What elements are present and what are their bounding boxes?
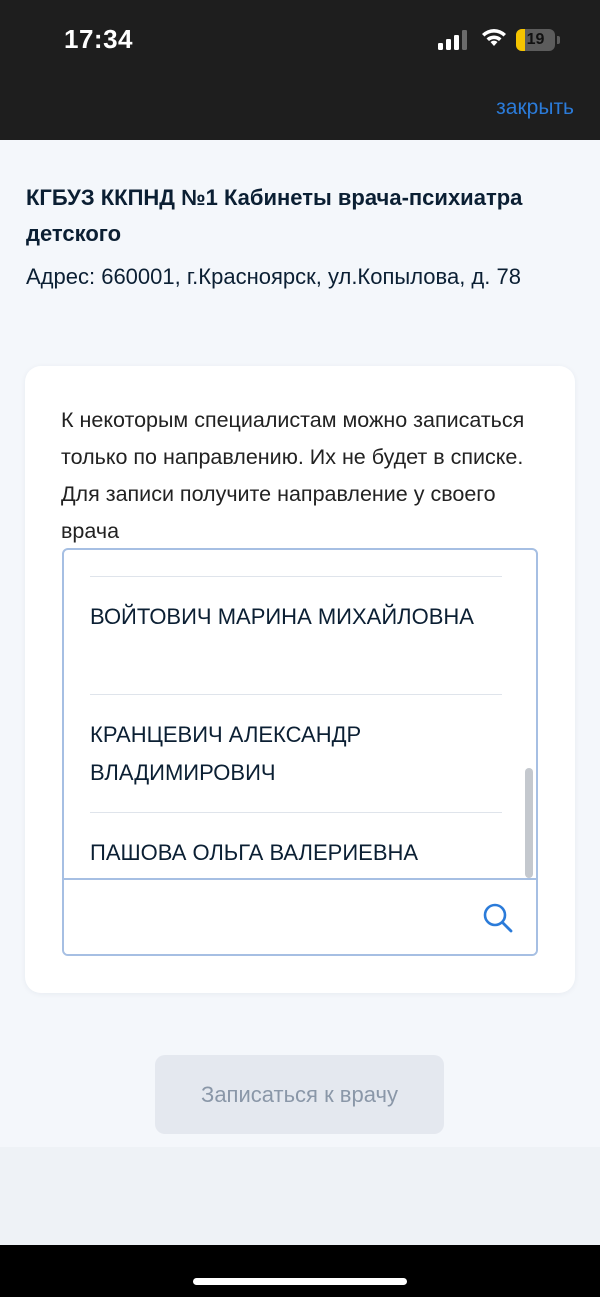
modal-header: закрыть: [0, 88, 600, 140]
close-button[interactable]: закрыть: [496, 96, 574, 120]
list-divider: [90, 576, 502, 577]
scrollbar-thumb[interactable]: [525, 768, 533, 878]
doctor-option[interactable]: ВОЙТОВИЧ МАРИНА МИХАЙЛОВНА: [90, 598, 502, 636]
doctor-list[interactable]: ВОЙТОВИЧ МАРИНА МИХАЙЛОВНА КРАНЦЕВИЧ АЛЕ…: [64, 550, 536, 878]
doctor-select-card: К некоторым специалистам можно записатьс…: [25, 366, 575, 993]
status-bar: 17:34 19: [0, 0, 600, 88]
battery-icon: 19: [516, 29, 560, 51]
bottom-area: [0, 1147, 600, 1245]
book-appointment-button[interactable]: Записаться к врачу: [155, 1055, 444, 1134]
content: КГБУЗ ККПНД №1 Кабинеты врача-психиатра …: [0, 140, 600, 1147]
doctor-search-input[interactable]: [64, 880, 464, 954]
battery-tip: [557, 36, 560, 44]
wifi-icon: [482, 29, 506, 46]
list-divider: [90, 694, 502, 695]
clinic-name: КГБУЗ ККПНД №1 Кабинеты врача-психиатра …: [26, 185, 523, 246]
doctor-option[interactable]: ПАШОВА ОЛЬГА ВАЛЕРИЕВНА: [90, 834, 502, 872]
home-bar: [0, 1245, 600, 1297]
signal-icon: [438, 30, 467, 50]
clinic-address: Адрес: 660001, г.Красноярск, ул.Копылова…: [26, 264, 521, 289]
list-divider: [90, 812, 502, 813]
doctor-dropdown[interactable]: ВОЙТОВИЧ МАРИНА МИХАЙЛОВНА КРАНЦЕВИЧ АЛЕ…: [62, 548, 538, 956]
battery-level: 19: [526, 31, 545, 48]
referral-notice: К некоторым специалистам можно записатьс…: [61, 408, 525, 543]
home-indicator[interactable]: [193, 1278, 407, 1285]
status-time: 17:34: [64, 24, 133, 54]
search-icon[interactable]: [482, 902, 514, 934]
doctor-option[interactable]: КРАНЦЕВИЧ АЛЕКСАНДР ВЛАДИМИРОВИЧ: [90, 716, 502, 792]
doctor-search-box[interactable]: [64, 878, 536, 954]
